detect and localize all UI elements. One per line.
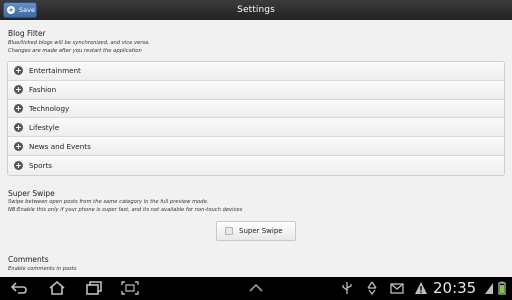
system-bar: 20:35 [0,277,512,300]
back-icon[interactable] [10,281,28,295]
category-label: Sports [29,160,53,170]
blog-filter-description: Blue/ticked blogs will be synchronized, … [8,40,150,55]
save-label: Save [19,6,35,14]
settings-content[interactable]: Blog Filter Blue/ticked blogs will be sy… [0,20,512,277]
plus-circle-icon: + [14,141,23,151]
plus-circle-icon: + [14,103,23,113]
super-swipe-description: Swipe between open posts from the same c… [8,199,242,214]
category-item-fashion[interactable]: + Fashion [8,80,504,100]
save-button[interactable]: + Save [3,2,37,18]
super-swipe-checkbox[interactable] [225,227,233,235]
super-swipe-label: Super Swipe [239,227,283,235]
screenshot-icon[interactable] [121,281,139,295]
super-swipe-toggle[interactable]: Super Swipe [216,221,296,241]
home-icon[interactable] [48,281,66,295]
category-item-sports[interactable]: + Sports [8,155,504,175]
comments-description: Enable comments in posts [8,266,77,272]
usb-icon [342,282,352,294]
category-label: News and Events [29,141,91,151]
mail-icon [390,283,404,294]
plus-circle-icon: + [14,122,23,132]
plus-circle-icon: + [14,85,23,95]
warning-icon [415,282,427,294]
category-label: Lifestyle [29,122,60,132]
super-swipe-desc-line2: NB:Enable this only if your phone is sup… [8,206,243,213]
category-label: Fashion [29,85,57,95]
up-arrow-icon[interactable] [247,281,265,295]
page-title: Settings [237,5,275,15]
super-swipe-title: Super Swipe [8,189,55,198]
category-item-lifestyle[interactable]: + Lifestyle [8,118,504,138]
category-item-news-and-events[interactable]: + News and Events [8,137,504,156]
super-swipe-desc-line1: Swipe between open posts from the same c… [8,199,209,205]
plus-circle-icon: + [14,160,23,170]
category-label: Technology [29,103,70,113]
title-bar: + Save Settings [0,0,512,20]
blog-filter-desc-line2: Changes are made after you restart the a… [8,47,142,54]
battery-icon [498,281,506,295]
blog-filter-title: Blog Filter [8,29,46,38]
category-item-entertainment[interactable]: + Entertainment [8,62,504,81]
category-item-technology[interactable]: + Technology [8,99,504,119]
recycle-icon [367,281,377,295]
category-label: Entertainment [29,66,81,76]
save-icon: + [7,6,15,14]
clock: 20:35 [433,279,477,297]
recent-apps-icon[interactable] [85,281,103,295]
comments-title: Comments [8,255,49,264]
blog-filter-desc-line1: Blue/ticked blogs will be synchronized, … [8,40,150,46]
plus-circle-icon: + [14,66,23,76]
wifi-icon [485,283,493,294]
blog-filter-list: + Entertainment + Fashion + Technology +… [7,61,505,176]
